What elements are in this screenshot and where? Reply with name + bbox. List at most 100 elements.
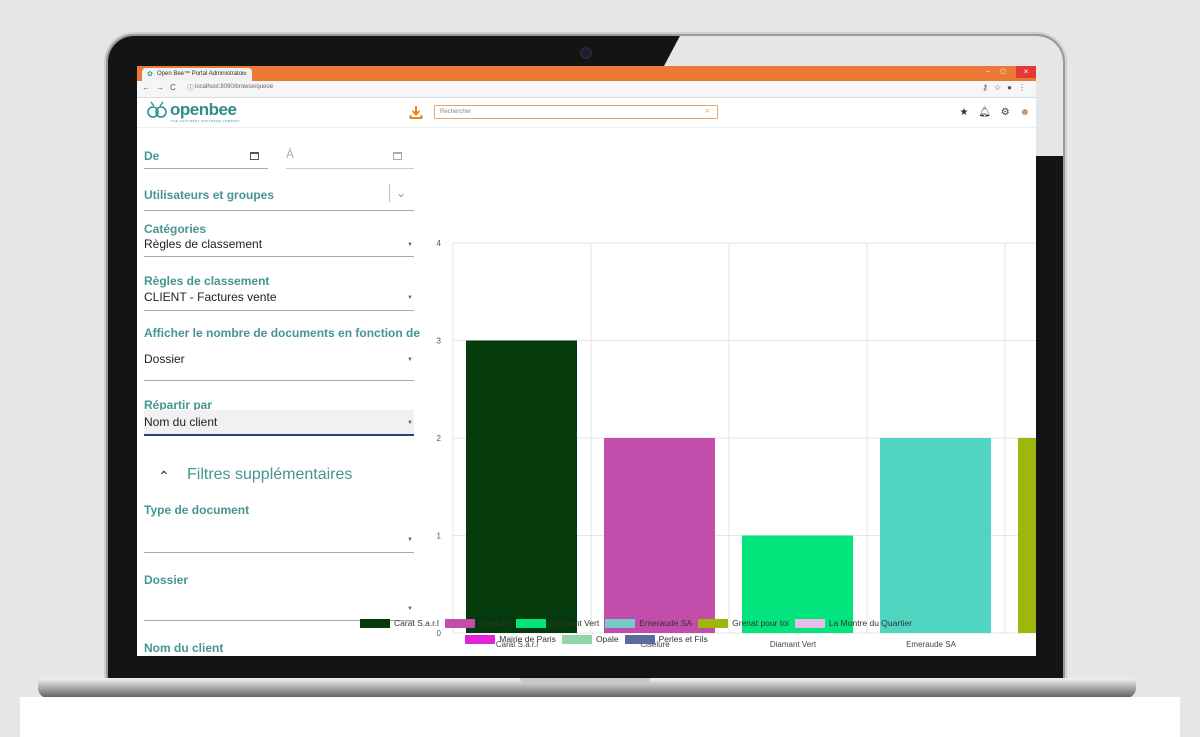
info-icon[interactable]: ⓘ bbox=[187, 83, 194, 93]
from-calendar-icon[interactable] bbox=[250, 152, 259, 160]
y-tick-label: 4 bbox=[437, 239, 442, 248]
folder-caret-icon[interactable]: ▼ bbox=[407, 606, 413, 612]
legend-item[interactable]: Perles et Fils bbox=[624, 633, 708, 646]
settings-gear-icon[interactable]: ⚙ bbox=[1001, 107, 1010, 118]
legend-item[interactable]: Ciselure bbox=[444, 617, 511, 630]
document-type-caret-icon[interactable]: ▼ bbox=[407, 537, 413, 543]
chart-legend: Carat S.a.r.l Ciselure Diamant Vert Emeraud… bbox=[137, 617, 1036, 649]
forward-icon[interactable]: → bbox=[156, 83, 164, 92]
browser-toolbar-icons[interactable]: ⚷☆●⋮ bbox=[982, 83, 1032, 92]
close-tab-icon[interactable]: × bbox=[243, 68, 247, 81]
from-date-label: De bbox=[144, 149, 160, 163]
chevron-up-icon[interactable]: ⌃ bbox=[158, 468, 170, 485]
browser-tabstrip: ✿ Open Bee™ Portal Administrator × – ◻ × bbox=[137, 66, 1036, 81]
legend-item[interactable]: Emeraude SA bbox=[605, 617, 692, 630]
legend-label: Diamant Vert bbox=[550, 618, 600, 628]
legend-item[interactable]: Grenat pour toi bbox=[698, 617, 789, 630]
bee-logo-icon bbox=[147, 101, 167, 118]
categories-caret-icon[interactable]: ▼ bbox=[407, 242, 413, 248]
header-actions: ★ 🔔︎ ⚙ ☻ bbox=[952, 107, 1030, 118]
legend-item[interactable]: La Montre du Quartier bbox=[794, 617, 912, 630]
document-type-label: Type de document bbox=[144, 503, 250, 517]
laptop-base-notch bbox=[520, 678, 650, 684]
legend-label: Emeraude SA bbox=[639, 618, 693, 628]
legend-swatch bbox=[516, 619, 547, 629]
legend-item[interactable]: Mairie de Paris bbox=[465, 633, 556, 646]
categories-label: Catégories bbox=[144, 222, 207, 236]
rules-select[interactable]: CLIENT - Factures vente bbox=[144, 290, 277, 304]
display-by-caret-icon[interactable]: ▼ bbox=[407, 357, 413, 363]
legend-label: La Montre du Quartier bbox=[828, 618, 912, 628]
bookmark-star-icon[interactable]: ☆ bbox=[994, 83, 1007, 92]
legend-label: Perles et Fils bbox=[658, 634, 708, 644]
bar-chart: 0 1 2 3 4 Carat S.a.r.l Ciselure Diamant Vert Em… bbox=[415, 128, 1036, 656]
legend-label: Mairie de Paris bbox=[499, 634, 556, 644]
folder-label: Dossier bbox=[144, 573, 189, 587]
bar bbox=[604, 438, 715, 633]
app-logo-tagline: THE DOCUMENT SOFTWARE COMPANY bbox=[171, 119, 241, 123]
url-field[interactable]: localhost:8090/browse/queue bbox=[195, 84, 273, 90]
users-groups-label[interactable]: Utilisateurs et groupes bbox=[144, 188, 274, 202]
window-minimize-maximize[interactable]: – ◻ bbox=[986, 68, 1010, 75]
display-by-label: Afficher le nombre de documents en fonct… bbox=[144, 326, 421, 340]
users-groups-divider bbox=[389, 184, 390, 202]
legend-label: Opale bbox=[595, 634, 619, 644]
split-by-caret-icon[interactable]: ▼ bbox=[407, 420, 413, 426]
search-input[interactable]: Rechercher bbox=[434, 105, 718, 119]
to-calendar-icon[interactable] bbox=[393, 152, 402, 160]
bar bbox=[1018, 438, 1036, 633]
legend-swatch bbox=[605, 619, 636, 629]
app-header: openbee THE DOCUMENT SOFTWARE COMPANY Re… bbox=[137, 98, 1036, 128]
legend-item[interactable]: Diamant Vert bbox=[516, 617, 599, 630]
legend-label: Grenat pour toi bbox=[732, 618, 789, 628]
legend-swatch bbox=[561, 635, 592, 645]
menu-dots-icon[interactable]: ⋮ bbox=[1018, 83, 1032, 92]
legend-item[interactable]: Opale bbox=[561, 633, 619, 646]
window-close-button[interactable]: × bbox=[1016, 66, 1036, 78]
legend-swatch bbox=[624, 635, 655, 645]
extra-filters-toggle[interactable]: Filtres supplémentaires bbox=[187, 466, 352, 484]
window-controls[interactable]: – ◻ bbox=[986, 67, 1010, 75]
browser-tab-title: Open Bee™ Portal Administrator bbox=[157, 71, 245, 77]
y-tick-label: 2 bbox=[437, 434, 442, 443]
rules-underline bbox=[144, 310, 414, 311]
from-date-input[interactable] bbox=[144, 168, 268, 169]
split-by-select[interactable]: Nom du client bbox=[144, 415, 217, 429]
legend-swatch bbox=[444, 619, 475, 629]
app-logo[interactable]: openbee bbox=[170, 100, 237, 120]
download-icon[interactable] bbox=[409, 105, 423, 119]
profile-icon[interactable]: ● bbox=[1007, 83, 1018, 92]
legend-row: Carat S.a.r.l Ciselure Diamant Vert Emeraud… bbox=[357, 617, 1036, 633]
user-avatar[interactable]: ☻ bbox=[1019, 107, 1030, 118]
rules-caret-icon[interactable]: ▼ bbox=[407, 295, 413, 301]
bar bbox=[880, 438, 991, 633]
back-icon[interactable]: ← bbox=[142, 83, 150, 92]
legend-swatch bbox=[360, 619, 390, 629]
reload-icon[interactable]: C bbox=[170, 83, 176, 92]
bar bbox=[466, 340, 577, 633]
rules-label: Règles de classement bbox=[144, 274, 270, 288]
legend-swatch bbox=[698, 619, 729, 629]
y-tick-label: 1 bbox=[437, 532, 442, 541]
y-tick-label: 3 bbox=[437, 337, 442, 346]
bee-favicon-icon: ✿ bbox=[147, 71, 153, 78]
display-by-select[interactable]: Dossier bbox=[144, 352, 185, 366]
categories-select[interactable]: Règles de classement bbox=[144, 237, 262, 251]
webcam bbox=[582, 49, 590, 57]
document-type-select[interactable] bbox=[144, 552, 414, 553]
users-groups-underline bbox=[144, 210, 414, 211]
legend-label: Carat S.a.r.l bbox=[394, 618, 439, 628]
display-by-underline bbox=[144, 380, 414, 381]
legend-item[interactable]: Carat S.a.r.l bbox=[360, 617, 439, 630]
notifications-bell-icon[interactable]: 🔔︎ bbox=[978, 107, 991, 118]
to-date-input[interactable] bbox=[286, 168, 414, 169]
legend-row: Mairie de Paris Opale Perles et Fils bbox=[137, 633, 1036, 649]
legend-label: Ciselure bbox=[478, 618, 511, 628]
favorites-star-icon[interactable]: ★ bbox=[959, 107, 968, 118]
filters-panel: De À Utilisateurs et groupes ⌄ Catégorie… bbox=[144, 128, 420, 656]
categories-underline bbox=[144, 256, 414, 257]
browser-tab[interactable]: ✿ Open Bee™ Portal Administrator × bbox=[142, 68, 252, 81]
users-groups-chevron-down-icon[interactable]: ⌄ bbox=[396, 186, 406, 200]
to-date-label: À bbox=[286, 147, 295, 161]
key-icon[interactable]: ⚷ bbox=[982, 83, 994, 92]
